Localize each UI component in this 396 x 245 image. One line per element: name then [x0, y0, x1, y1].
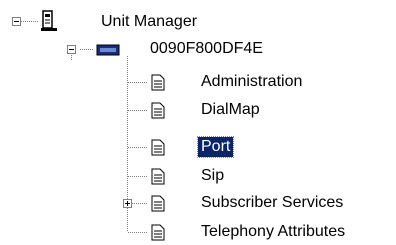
- tree-node-sip[interactable]: Sip: [198, 164, 227, 188]
- tree-node-unit-manager[interactable]: Unit Manager: [98, 10, 200, 34]
- document-icon: [151, 195, 165, 212]
- tree-node-label-selected: Port: [196, 136, 235, 158]
- tree-node-port[interactable]: Port: [196, 135, 235, 159]
- unit-collapse-toggle[interactable]: [67, 45, 76, 54]
- tree-node-label: Administration: [201, 73, 303, 90]
- tree-node-telephony-attributes[interactable]: Telephony Attributes: [198, 220, 348, 244]
- document-icon: [151, 102, 165, 119]
- tree-node-dialmap[interactable]: DialMap: [198, 98, 263, 122]
- tree-node-label: Sip: [201, 167, 225, 184]
- tree-node-label: DialMap: [201, 101, 260, 118]
- document-icon: [151, 168, 165, 185]
- tree-node-label: Unit Manager: [101, 13, 198, 30]
- tree-view: Unit Manager 0090F800DF4E Administration…: [0, 0, 396, 245]
- tree-node-label: Subscriber Services: [201, 194, 344, 211]
- document-icon: [151, 74, 165, 91]
- document-icon: [151, 224, 165, 241]
- unit-device-icon: [96, 44, 120, 56]
- phone-icon: [41, 10, 57, 31]
- tree-node-unit[interactable]: 0090F800DF4E: [147, 37, 266, 61]
- tree-node-label: Telephony Attributes: [201, 223, 346, 240]
- tree-node-subscriber-services[interactable]: Subscriber Services: [198, 191, 346, 215]
- tree-node-administration[interactable]: Administration: [198, 70, 305, 94]
- root-collapse-toggle[interactable]: [12, 17, 21, 26]
- tree-node-label: 0090F800DF4E: [150, 40, 263, 57]
- document-icon: [151, 139, 165, 156]
- subscriber-services-expand-toggle[interactable]: [123, 199, 132, 208]
